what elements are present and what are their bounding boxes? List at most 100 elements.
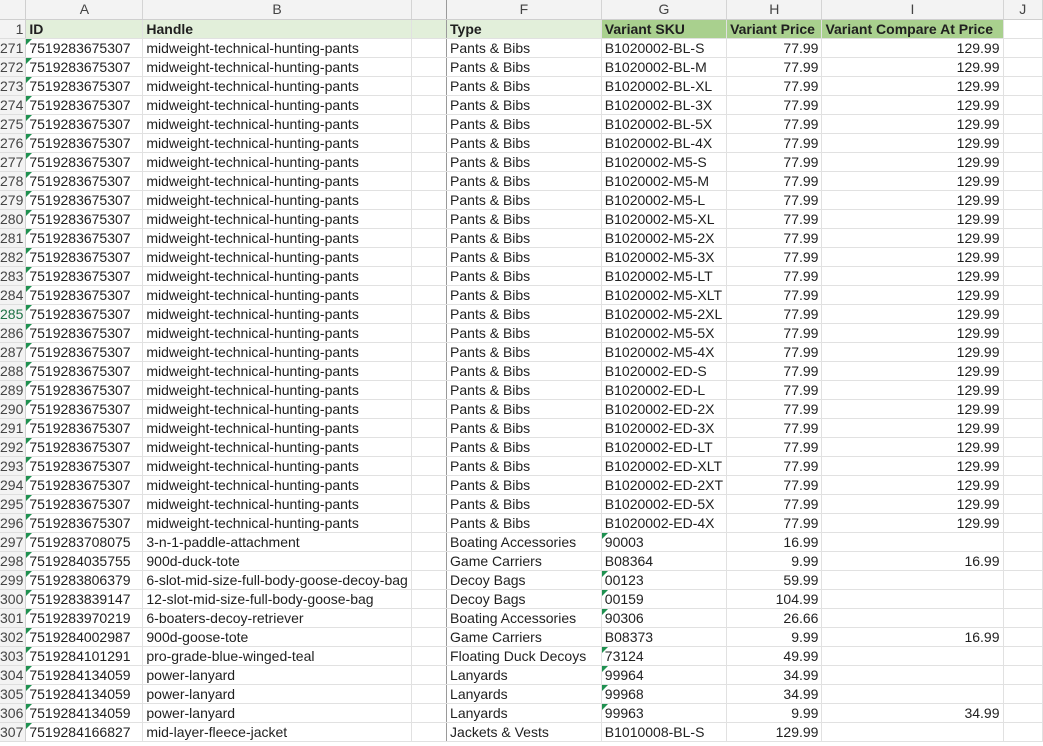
cell-price[interactable]: 77.99 [726, 304, 823, 324]
cell-price[interactable]: 9.99 [726, 551, 823, 571]
column-header-hidden[interactable] [411, 0, 448, 20]
cell-sku[interactable]: B1020002-ED-4X [601, 513, 728, 533]
row-number[interactable]: 289 [0, 380, 27, 400]
cell-hidden[interactable] [411, 38, 448, 58]
cell-sku[interactable]: B1020002-M5-3X [601, 247, 728, 267]
cell-j[interactable] [1003, 247, 1043, 267]
cell-id[interactable]: 7519283675307 [25, 418, 144, 438]
cell-type[interactable]: Pants & Bibs [446, 152, 602, 172]
cell-sku[interactable]: B1020002-ED-XLT [601, 456, 728, 476]
cell-compare-price[interactable] [821, 608, 1004, 628]
cell-handle[interactable]: 900d-duck-tote [142, 551, 412, 571]
row-number[interactable]: 302 [0, 627, 27, 647]
cell-type[interactable]: Decoy Bags [446, 570, 602, 590]
cell-id[interactable]: 7519283675307 [25, 380, 144, 400]
cell-hidden[interactable] [411, 190, 448, 210]
cell-type[interactable]: Pants & Bibs [446, 399, 602, 419]
cell-id[interactable]: 7519283675307 [25, 304, 144, 324]
cell-id[interactable]: 7519283675307 [25, 76, 144, 96]
cell-j[interactable] [1003, 627, 1043, 647]
cell-sku[interactable]: 00123 [601, 570, 728, 590]
cell-j[interactable] [1003, 513, 1043, 533]
header-cell-j[interactable] [1003, 19, 1043, 39]
cell-id[interactable]: 7519283675307 [25, 475, 144, 495]
cell-handle[interactable]: midweight-technical-hunting-pants [142, 57, 412, 77]
cell-hidden[interactable] [411, 456, 448, 476]
cell-handle[interactable]: midweight-technical-hunting-pants [142, 323, 412, 343]
cell-hidden[interactable] [411, 266, 448, 286]
row-number[interactable]: 277 [0, 152, 27, 172]
cell-handle[interactable]: midweight-technical-hunting-pants [142, 380, 412, 400]
cell-hidden[interactable] [411, 722, 448, 742]
header-cell-blank[interactable] [411, 19, 448, 39]
cell-compare-price[interactable] [821, 532, 1004, 552]
cell-compare-price[interactable]: 129.99 [821, 475, 1004, 495]
cell-id[interactable]: 7519283675307 [25, 266, 144, 286]
cell-j[interactable] [1003, 114, 1043, 134]
cell-hidden[interactable] [411, 323, 448, 343]
cell-type[interactable]: Boating Accessories [446, 608, 602, 628]
cell-hidden[interactable] [411, 76, 448, 96]
cell-sku[interactable]: B1020002-ED-3X [601, 418, 728, 438]
cell-type[interactable]: Pants & Bibs [446, 133, 602, 153]
cell-id[interactable]: 7519283708075 [25, 532, 144, 552]
cell-compare-price[interactable]: 129.99 [821, 361, 1004, 381]
cell-compare-price[interactable] [821, 589, 1004, 609]
cell-type[interactable]: Lanyards [446, 684, 602, 704]
cell-id[interactable]: 7519283675307 [25, 361, 144, 381]
cell-sku[interactable]: B1020002-M5-M [601, 171, 728, 191]
cell-compare-price[interactable]: 129.99 [821, 437, 1004, 457]
row-number[interactable]: 295 [0, 494, 27, 514]
cell-id[interactable]: 7519283675307 [25, 38, 144, 58]
cell-hidden[interactable] [411, 570, 448, 590]
cell-type[interactable]: Pants & Bibs [446, 57, 602, 77]
cell-j[interactable] [1003, 665, 1043, 685]
cell-hidden[interactable] [411, 418, 448, 438]
cell-compare-price[interactable]: 129.99 [821, 114, 1004, 134]
cell-type[interactable]: Pants & Bibs [446, 247, 602, 267]
cell-id[interactable]: 7519283675307 [25, 437, 144, 457]
cell-handle[interactable]: midweight-technical-hunting-pants [142, 133, 412, 153]
cell-sku[interactable]: B1020002-BL-3X [601, 95, 728, 115]
spreadsheet-grid[interactable]: A B F G H I J 1 ID Handle Type Variant S… [0, 0, 1043, 746]
cell-hidden[interactable] [411, 304, 448, 324]
select-all-corner[interactable] [0, 0, 27, 20]
cell-compare-price[interactable] [821, 646, 1004, 666]
cell-hidden[interactable] [411, 437, 448, 457]
cell-j[interactable] [1003, 703, 1043, 723]
cell-sku[interactable]: B1020002-ED-L [601, 380, 728, 400]
row-number[interactable]: 294 [0, 475, 27, 495]
cell-sku[interactable]: B08364 [601, 551, 728, 571]
cell-j[interactable] [1003, 152, 1043, 172]
cell-id[interactable]: 7519283675307 [25, 152, 144, 172]
cell-price[interactable]: 77.99 [726, 475, 823, 495]
cell-hidden[interactable] [411, 114, 448, 134]
cell-hidden[interactable] [411, 703, 448, 723]
cell-j[interactable] [1003, 342, 1043, 362]
cell-j[interactable] [1003, 323, 1043, 343]
cell-type[interactable]: Pants & Bibs [446, 209, 602, 229]
column-header-h[interactable]: H [726, 0, 823, 20]
cell-hidden[interactable] [411, 627, 448, 647]
row-number[interactable]: 287 [0, 342, 27, 362]
cell-compare-price[interactable]: 129.99 [821, 456, 1004, 476]
cell-type[interactable]: Pants & Bibs [446, 228, 602, 248]
row-number[interactable]: 272 [0, 57, 27, 77]
cell-price[interactable]: 26.66 [726, 608, 823, 628]
row-number[interactable]: 304 [0, 665, 27, 685]
cell-type[interactable]: Pants & Bibs [446, 190, 602, 210]
cell-j[interactable] [1003, 532, 1043, 552]
row-number[interactable]: 306 [0, 703, 27, 723]
cell-sku[interactable]: B1020002-M5-S [601, 152, 728, 172]
cell-compare-price[interactable]: 129.99 [821, 95, 1004, 115]
cell-price[interactable]: 77.99 [726, 285, 823, 305]
cell-compare-price[interactable]: 16.99 [821, 627, 1004, 647]
cell-type[interactable]: Pants & Bibs [446, 76, 602, 96]
cell-type[interactable]: Pants & Bibs [446, 285, 602, 305]
cell-compare-price[interactable]: 129.99 [821, 190, 1004, 210]
cell-price[interactable]: 77.99 [726, 190, 823, 210]
cell-id[interactable]: 7519283675307 [25, 114, 144, 134]
cell-handle[interactable]: midweight-technical-hunting-pants [142, 399, 412, 419]
cell-id[interactable]: 7519283675307 [25, 133, 144, 153]
cell-compare-price[interactable]: 129.99 [821, 171, 1004, 191]
